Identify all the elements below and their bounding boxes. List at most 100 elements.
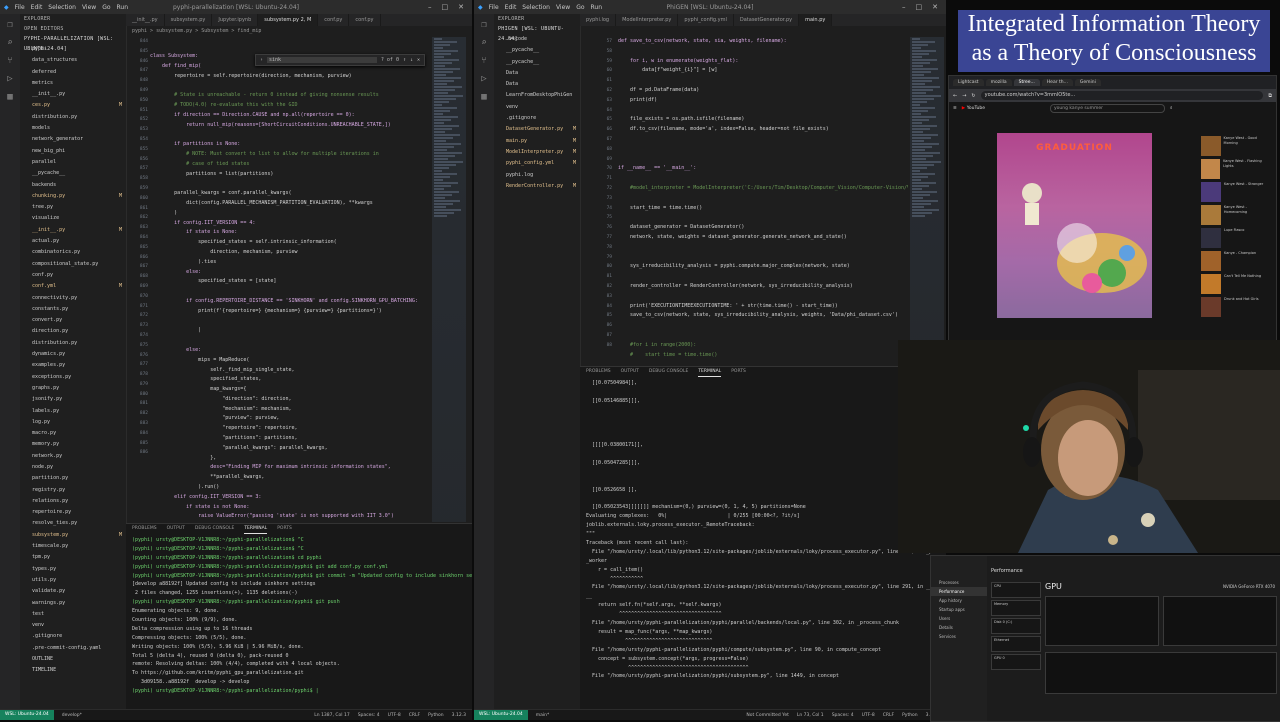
file-tree-item[interactable]: visualize — [20, 213, 126, 224]
file-tree-item[interactable]: relations.py — [20, 496, 126, 507]
file-tree-item[interactable]: venv — [20, 620, 126, 631]
file-tree-item[interactable]: warnings.py — [20, 598, 126, 609]
editor-tab[interactable]: conf.py — [318, 14, 350, 26]
menu-file[interactable]: File — [489, 4, 499, 11]
file-tree-item[interactable]: deferred — [20, 67, 126, 78]
file-tree-item[interactable]: test — [20, 609, 126, 620]
resource-tile[interactable]: Memory — [991, 600, 1041, 616]
file-tree-item[interactable]: __pycache__ — [494, 45, 580, 56]
address-bar[interactable]: youtube.com/watch?v=3mmlO5te... — [980, 91, 1264, 100]
search-input[interactable]: young kanye summer — [1050, 103, 1165, 113]
file-tree-item[interactable]: jsonify.py — [20, 394, 126, 405]
file-tree-item[interactable]: __pycache__ — [494, 57, 580, 68]
file-tree-item[interactable]: backends — [20, 180, 126, 191]
code-editor[interactable]: class Subsystem: def find_mip( repertoir… — [150, 52, 430, 522]
menu-selection[interactable]: Selection — [48, 4, 76, 11]
browser-tab[interactable]: Gemini — [1074, 79, 1101, 86]
resource-tile[interactable]: GPU 0 — [991, 654, 1041, 670]
project-label[interactable]: PHIGEN [WSL: UBUNTU-24.04] — [494, 24, 580, 42]
code-editor[interactable]: def save_to_csv(network, state, sia, wei… — [618, 37, 908, 357]
file-tree-item[interactable]: .gitignore — [494, 113, 580, 124]
extensions-icon[interactable]: ▦ — [7, 92, 12, 102]
status-item[interactable]: Not Committed Yet — [746, 713, 789, 718]
status-item[interactable]: Spaces: 4 — [358, 713, 380, 718]
file-tree-item[interactable]: metrics — [20, 78, 126, 89]
file-tree-item[interactable]: compositional_state.py — [20, 259, 126, 270]
explorer-icon[interactable]: ❐ — [481, 20, 486, 30]
run-debug-icon[interactable]: ▷ — [7, 74, 12, 84]
file-tree-item[interactable]: memory.py — [20, 439, 126, 450]
minimap[interactable] — [432, 37, 466, 522]
recommended-video[interactable]: Can't Tell Me Nothing — [1201, 274, 1271, 296]
file-tree-item[interactable]: resolve_ties.py — [20, 518, 126, 529]
file-tree-item[interactable]: dynamics.py — [20, 349, 126, 360]
file-tree-item[interactable]: LearnFromDesktopPhiGen — [494, 90, 580, 101]
file-tree-item[interactable]: utils.py — [20, 575, 126, 586]
status-item[interactable]: Ln 1387, Col 17 — [314, 713, 349, 718]
recommended-video[interactable]: Drunk and Hot Girls — [1201, 297, 1271, 319]
task-manager-nav-item[interactable]: Details — [931, 623, 987, 632]
menu-run[interactable]: Run — [591, 4, 603, 11]
editor-tab[interactable]: subsystem.py 2, M — [258, 14, 319, 26]
menu-selection[interactable]: Selection — [522, 4, 550, 11]
file-tree-item[interactable]: ModelInterpreter.py M — [494, 147, 580, 158]
browser-tab[interactable]: Stree... — [1013, 79, 1040, 86]
minimize-icon[interactable]: – — [428, 3, 432, 11]
recommended-video[interactable]: Kanye West - Stronger — [1201, 182, 1271, 204]
task-manager-nav-item[interactable]: Startup apps — [931, 605, 987, 614]
status-item[interactable]: UTF-8 — [862, 713, 875, 718]
panel-tab[interactable]: OUTPUT — [621, 367, 639, 377]
file-tree-item[interactable]: models — [20, 123, 126, 134]
recommended-video[interactable]: Lupe Fiasco — [1201, 228, 1271, 250]
project-label[interactable]: PYPHI-PARALLELIZATION [WSL: UBUNTU-24.04… — [20, 34, 126, 52]
panel-tab[interactable]: PROBLEMS — [132, 524, 157, 534]
status-item[interactable]: CRLF — [409, 713, 420, 718]
file-tree-item[interactable]: main.py M — [494, 136, 580, 147]
resource-tile[interactable]: Ethernet — [991, 636, 1041, 652]
editor-tab[interactable]: subsystem.py — [165, 14, 213, 26]
recommended-video[interactable]: Kanye - Champion — [1201, 251, 1271, 273]
menu-edit[interactable]: Edit — [505, 4, 517, 11]
editor-tab[interactable]: pyphi_config.yml — [678, 14, 734, 26]
file-tree-item[interactable]: pyphi — [20, 44, 126, 55]
maximize-icon[interactable]: □ — [916, 3, 923, 11]
file-tree-item[interactable]: OUTLINE — [20, 654, 126, 665]
menu-file[interactable]: File — [15, 4, 25, 11]
status-item[interactable]: Spaces: 4 — [832, 713, 854, 718]
file-tree-item[interactable]: ces.py M — [20, 100, 126, 111]
file-tree-item[interactable]: macro.py — [20, 428, 126, 439]
file-tree-item[interactable]: log.py — [20, 417, 126, 428]
browser-tab[interactable]: mozilla — [985, 79, 1012, 86]
file-tree-item[interactable]: pyphi_config.yml M — [494, 158, 580, 169]
menu-go[interactable]: Go — [576, 4, 584, 11]
forward-icon[interactable]: → — [962, 93, 966, 99]
file-tree-item[interactable]: Data — [494, 68, 580, 79]
panel-tab[interactable]: TERMINAL — [244, 524, 268, 534]
search-icon[interactable]: ⌕ — [1170, 105, 1173, 111]
file-tree-item[interactable]: subsystem.py M — [20, 530, 126, 541]
file-tree-item[interactable]: constants.py — [20, 304, 126, 315]
close-icon[interactable]: ✕ — [458, 3, 464, 11]
search-icon[interactable]: ⌕ — [481, 38, 486, 48]
menu-view[interactable]: View — [82, 4, 96, 11]
extensions-icon[interactable]: ▦ — [481, 92, 486, 102]
remote-indicator[interactable]: WSL: Ubuntu-24.04 — [474, 710, 528, 720]
video-player[interactable]: GRADUATION — [997, 133, 1152, 318]
recommended-video[interactable]: Kanye West - Flashing Lights — [1201, 159, 1271, 181]
file-tree-item[interactable]: __pycache__ — [20, 168, 126, 179]
run-debug-icon[interactable]: ▷ — [481, 74, 486, 84]
extensions-icon[interactable]: ⧉ — [1268, 93, 1272, 99]
panel-tab[interactable]: TERMINAL — [698, 367, 722, 377]
search-icon[interactable]: ⌕ — [7, 38, 12, 48]
file-tree-item[interactable]: DatasetGenerator.py M — [494, 124, 580, 135]
explorer-icon[interactable]: ❐ — [7, 20, 12, 30]
task-manager-nav-item[interactable]: Services — [931, 632, 987, 641]
file-tree-item[interactable]: partition.py — [20, 473, 126, 484]
branch-status[interactable]: main* — [536, 713, 550, 718]
resource-tile[interactable]: CPU — [991, 582, 1041, 598]
status-item[interactable]: UTF-8 — [388, 713, 401, 718]
file-tree-item[interactable]: combinatorics.py — [20, 247, 126, 258]
editor-tab[interactable]: __init__.py — [126, 14, 165, 26]
file-tree-item[interactable]: actual.py — [20, 236, 126, 247]
status-item[interactable]: Ln 73, Col 1 — [797, 713, 824, 718]
